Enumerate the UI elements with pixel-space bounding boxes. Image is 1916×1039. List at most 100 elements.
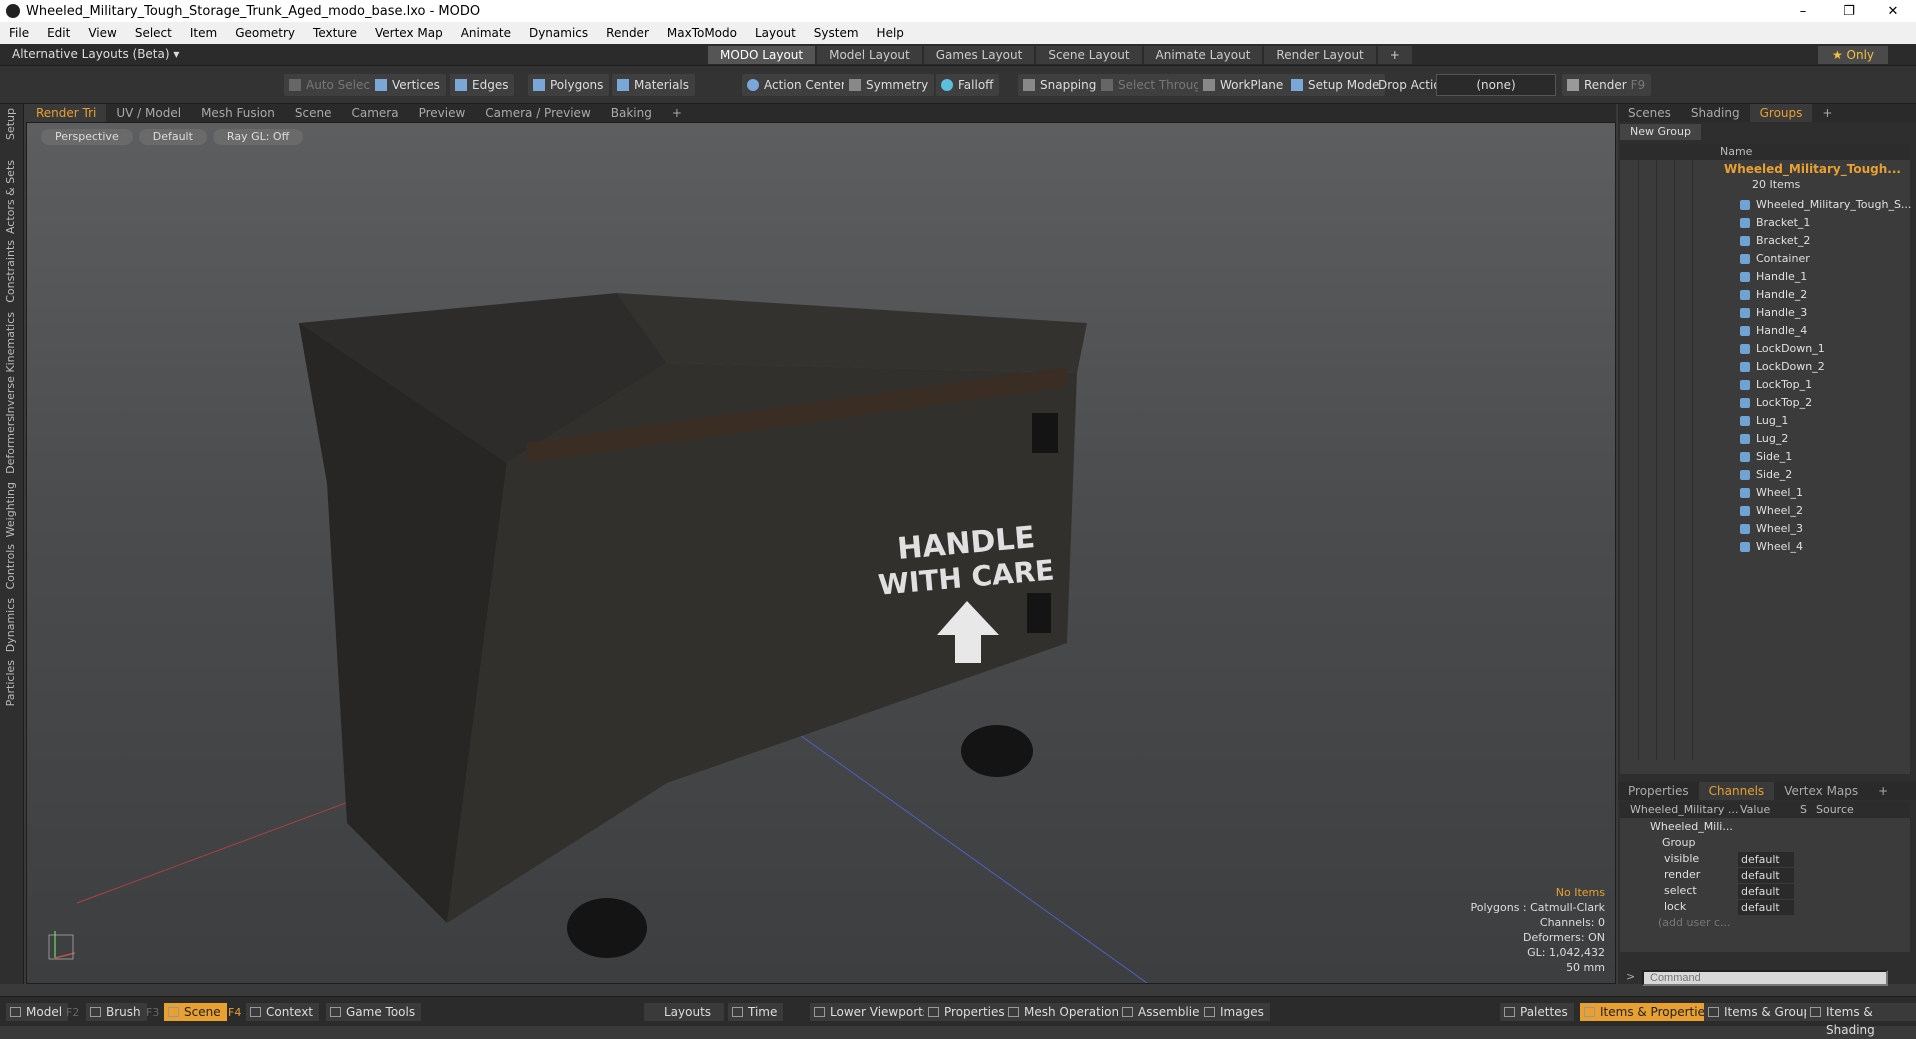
menu-item[interactable]: Item <box>181 26 226 40</box>
close-button[interactable]: ✕ <box>1870 0 1916 22</box>
menu-file[interactable]: File <box>0 26 38 40</box>
tab-scene-layout[interactable]: Scene Layout <box>1036 46 1142 64</box>
menu-system[interactable]: System <box>805 26 868 40</box>
list-item[interactable]: Handle_2 <box>1740 286 1807 304</box>
tab-mesh-fusion[interactable]: Mesh Fusion <box>191 104 285 122</box>
command-input[interactable] <box>1642 970 1888 986</box>
context-tab[interactable]: Context <box>246 1003 320 1021</box>
list-item[interactable]: Handle_3 <box>1740 304 1807 322</box>
model-tab[interactable]: Model <box>6 1003 69 1021</box>
tab-games-layout[interactable]: Games Layout <box>923 46 1035 64</box>
only-toggle[interactable]: ★ Only <box>1818 46 1888 64</box>
menu-layout[interactable]: Layout <box>746 26 805 40</box>
snapping-button[interactable]: Snapping <box>1018 74 1103 96</box>
tab-scenes[interactable]: Scenes <box>1618 104 1681 122</box>
shading-default-button[interactable]: Default <box>138 129 207 145</box>
items-properties-button[interactable]: Items & Properties <box>1580 1003 1718 1021</box>
vtab-deformers[interactable]: Deformers <box>4 416 17 474</box>
tab-properties[interactable]: Properties <box>1618 782 1699 800</box>
layouts-button[interactable]: Layouts <box>644 1003 724 1021</box>
list-item[interactable]: Side_1 <box>1740 448 1792 466</box>
tab-groups[interactable]: Groups <box>1749 104 1813 122</box>
channel-group[interactable]: Group <box>1662 836 1696 849</box>
channel-select-select[interactable]: default <box>1738 884 1794 899</box>
list-item[interactable]: LockTop_2 <box>1740 394 1812 412</box>
minimize-button[interactable]: – <box>1780 0 1826 22</box>
tab-model-layout[interactable]: Model Layout <box>817 46 922 64</box>
menu-texture[interactable]: Texture <box>304 26 366 40</box>
auto-select-button[interactable]: Auto Select <box>284 74 381 96</box>
tab-animate-layout[interactable]: Animate Layout <box>1143 46 1263 64</box>
new-group-button[interactable]: New Group <box>1620 124 1701 140</box>
list-item[interactable]: LockTop_1 <box>1740 376 1812 394</box>
list-item[interactable]: Wheel_1 <box>1740 484 1803 502</box>
vtab-weighting[interactable]: Weighting <box>4 482 17 537</box>
add-props-tab-button[interactable]: + <box>1868 782 1898 800</box>
raygl-toggle[interactable]: Ray GL: Off <box>212 129 304 145</box>
list-item[interactable]: Container <box>1740 250 1810 268</box>
list-item[interactable]: Lug_2 <box>1740 430 1788 448</box>
vtab-setup[interactable]: Setup <box>4 108 17 140</box>
list-item[interactable]: LockDown_2 <box>1740 358 1825 376</box>
render-button[interactable]: Render F9 <box>1562 74 1652 96</box>
workplane-button[interactable]: WorkPlane <box>1198 74 1290 96</box>
list-item[interactable]: Side_2 <box>1740 466 1792 484</box>
list-item[interactable]: Wheeled_Military_Tough_S... <box>1740 196 1911 214</box>
view-perspective-button[interactable]: Perspective <box>41 129 133 145</box>
select-through-button[interactable]: Select Through <box>1096 74 1215 96</box>
game-tools-tab[interactable]: Game Tools <box>326 1003 422 1021</box>
properties-button[interactable]: Properties <box>924 1003 1011 1021</box>
drop-action-select[interactable]: (none) <box>1436 74 1556 96</box>
list-item[interactable]: Handle_1 <box>1740 268 1807 286</box>
list-item[interactable]: Wheel_4 <box>1740 538 1803 556</box>
vertices-button[interactable]: Vertices <box>370 74 446 96</box>
tab-camera[interactable]: Camera <box>341 104 408 122</box>
menu-help[interactable]: Help <box>868 26 913 40</box>
list-item[interactable]: Wheel_3 <box>1740 520 1803 538</box>
action-center-button[interactable]: Action Center <box>742 74 852 96</box>
list-item[interactable]: LockDown_1 <box>1740 340 1825 358</box>
menu-geometry[interactable]: Geometry <box>226 26 304 40</box>
channel-lock-select[interactable]: default <box>1738 900 1794 915</box>
materials-button[interactable]: Materials <box>612 74 696 96</box>
tab-vertex-maps[interactable]: Vertex Maps <box>1774 782 1868 800</box>
channels-name-header[interactable]: Wheeled_Military ... <box>1630 803 1738 816</box>
falloff-button[interactable]: Falloff <box>936 74 1000 96</box>
channels-value-header[interactable]: Value <box>1740 803 1770 816</box>
list-item[interactable]: Lug_1 <box>1740 412 1788 430</box>
vtab-particles[interactable]: Particles <box>4 660 17 706</box>
menu-view[interactable]: View <box>79 26 125 40</box>
tab-scene[interactable]: Scene <box>285 104 342 122</box>
vtab-constraints[interactable]: Constraints <box>4 240 17 303</box>
assemblies-button[interactable]: Assemblies <box>1118 1003 1212 1021</box>
list-item[interactable]: Bracket_1 <box>1740 214 1810 232</box>
menu-maxtomodo[interactable]: MaxToModo <box>658 26 746 40</box>
menu-edit[interactable]: Edit <box>38 26 79 40</box>
tab-camera-preview[interactable]: Camera / Preview <box>475 104 600 122</box>
channels-s-header[interactable]: S <box>1800 803 1807 816</box>
menu-vertex-map[interactable]: Vertex Map <box>366 26 452 40</box>
images-button[interactable]: Images <box>1200 1003 1270 1021</box>
tab-channels[interactable]: Channels <box>1698 782 1775 800</box>
channel-item[interactable]: Wheeled_Mili... <box>1650 820 1733 833</box>
vtab-dynamics[interactable]: Dynamics <box>4 598 17 652</box>
mesh-operations-button[interactable]: Mesh Operations <box>1004 1003 1132 1021</box>
channel-render-select[interactable]: default <box>1738 868 1794 883</box>
add-panel-tab-button[interactable]: + <box>1812 104 1842 122</box>
group-root[interactable]: Wheeled_Military_Tough... <box>1724 162 1901 176</box>
3d-viewport[interactable]: HANDLE WITH CARE Perspective Default Ray… <box>26 122 1616 984</box>
symmetry-button[interactable]: Symmetry <box>844 74 935 96</box>
list-item[interactable]: Handle_4 <box>1740 322 1807 340</box>
palettes-button[interactable]: Palettes <box>1500 1003 1574 1021</box>
brush-tab[interactable]: Brush <box>86 1003 147 1021</box>
restore-button[interactable]: ❐ <box>1826 0 1872 22</box>
list-item[interactable]: Wheel_2 <box>1740 502 1803 520</box>
menu-render[interactable]: Render <box>597 26 658 40</box>
storage-trunk-model[interactable]: HANDLE WITH CARE <box>299 293 1087 958</box>
channels-source-header[interactable]: Source <box>1816 803 1854 816</box>
menu-animate[interactable]: Animate <box>452 26 520 40</box>
lower-viewports-button[interactable]: Lower Viewports <box>810 1003 936 1021</box>
vtab-actors-sets[interactable]: Actors & Sets <box>4 160 17 234</box>
tab-render-tri[interactable]: Render Tri <box>26 104 107 122</box>
setup-mode-button[interactable]: Setup Mode <box>1286 74 1386 96</box>
